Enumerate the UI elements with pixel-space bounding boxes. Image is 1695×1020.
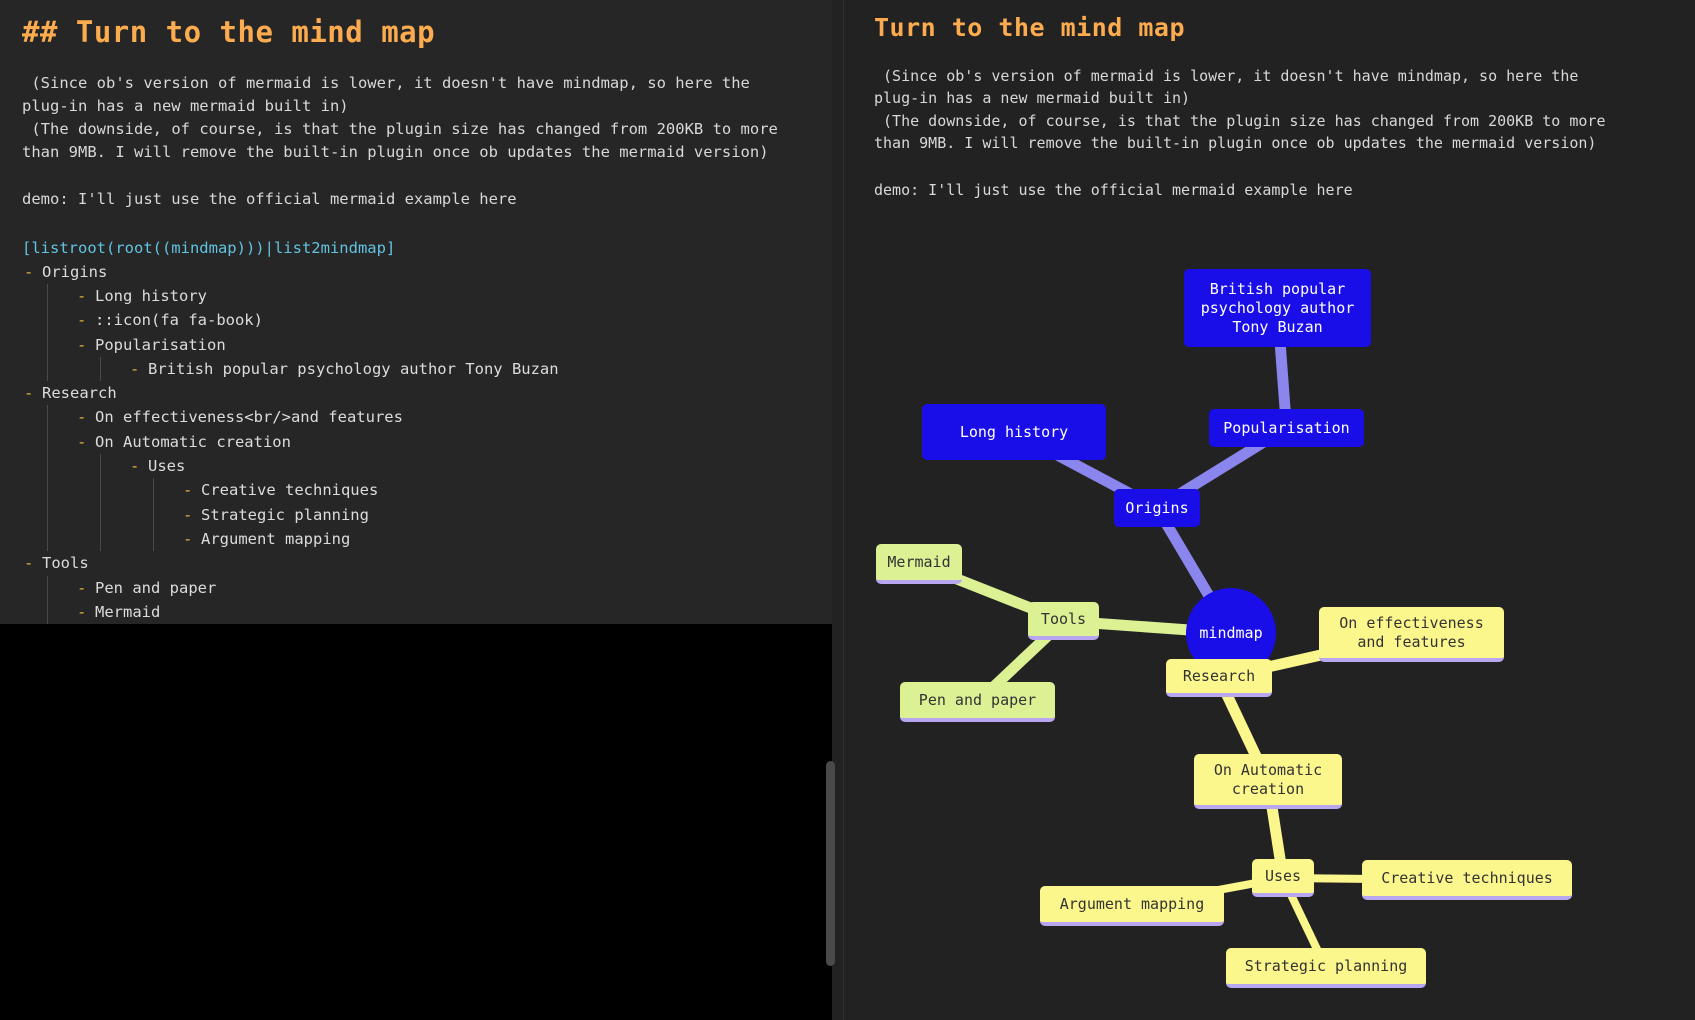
mindmap-node-creative[interactable]: Creative techniques (1362, 860, 1572, 900)
editor-heading: ## Turn to the mind map (22, 15, 436, 49)
outline-item-label: British popular psychology author Tony B… (148, 359, 559, 378)
list-bullet-icon: - (183, 505, 193, 524)
preview-paragraph-1: (Since ob's version of mermaid is lower,… (874, 66, 1606, 153)
outline-item-label: Mermaid (95, 602, 161, 621)
mindmap-node-tools[interactable]: Tools (1028, 602, 1099, 640)
outline-item[interactable]: - Strategic planning (183, 503, 810, 527)
mindmap-node-effective[interactable]: On effectiveness and features (1319, 607, 1504, 662)
outline-sublist: - Pen and paper - Mermaid (47, 575, 810, 625)
outline-item-label: Popularisation (95, 335, 226, 354)
list-bullet-icon: - (77, 578, 87, 597)
editor-blank-region (0, 624, 832, 1020)
list-bullet-icon: - (77, 432, 87, 451)
app-window: ## Turn to the mind map (Since ob's vers… (0, 0, 1695, 1020)
outline-item[interactable]: - Argument mapping (183, 527, 810, 551)
outline-item[interactable]: -::icon(fa fa-book) (77, 308, 810, 332)
list-bullet-icon: - (130, 457, 140, 476)
preview-pane[interactable]: Turn to the mind map (Since ob's version… (844, 0, 1695, 1020)
editor-paragraph-1: (Since ob's version of mermaid is lower,… (22, 73, 778, 161)
outline-item-label: On effectiveness<br/>and features (95, 408, 403, 427)
list-bullet-icon: - (24, 384, 34, 403)
outline-sublist: - Long history -::icon(fa fa-book) - Popular… (47, 283, 810, 382)
outline-item[interactable]: - Creative techniques (183, 478, 810, 502)
list-bullet-icon: - (77, 286, 87, 305)
outline-item-label: Origins (42, 262, 108, 281)
list-bullet-icon: - (77, 602, 87, 621)
mindmap-node-popular[interactable]: Popularisation (1209, 409, 1364, 447)
outline-item[interactable]: - Pen and paper (77, 576, 810, 600)
outline-item[interactable]: - On effectiveness<br/>and features (77, 405, 810, 429)
mindmap-node-longhistory[interactable]: Long history (922, 404, 1106, 460)
outline-item-label: Pen and paper (95, 578, 217, 597)
outline-item-label: Tools (42, 554, 89, 573)
mindmap-node-uses[interactable]: Uses (1252, 859, 1314, 897)
outline-sublist: - Creative techniques - Strategic planning -… (153, 478, 810, 552)
preview-paragraph-2: demo: I'll just use the official mermaid… (874, 180, 1353, 199)
outline-item-label: Research (42, 384, 117, 403)
list-bullet-icon: - (77, 408, 87, 427)
list-bullet-icon: - (24, 262, 34, 281)
editor-content-surface[interactable]: ## Turn to the mind map (Since ob's vers… (0, 0, 832, 625)
mindmap-diagram[interactable]: mindmap Origins Long history Popularisation… (844, 232, 1695, 988)
outline-sublist: - On effectiveness<br/>and features - On Au… (47, 405, 810, 552)
mindmap-node-buzan[interactable]: British popular psychology author Tony B… (1184, 269, 1371, 347)
outline-item[interactable]: - British popular psychology author Tony … (130, 357, 810, 381)
outline-item[interactable]: - Popularisation - British popular psycholo… (77, 333, 810, 382)
mindmap-node-automatic[interactable]: On Automatic creation (1194, 754, 1342, 809)
outline-item-label: Long history (95, 286, 207, 305)
mindmap-node-mermaid[interactable]: Mermaid (876, 544, 962, 584)
list-bullet-icon: - (183, 529, 193, 548)
mindmap-node-penpaper[interactable]: Pen and paper (900, 682, 1055, 722)
outline-item-label: ::icon(fa fa-book) (95, 311, 263, 330)
outline-item[interactable]: - Mermaid (77, 600, 810, 624)
outline-sublist: - British popular psychology author Tony … (100, 356, 810, 382)
outline-item[interactable]: - Uses - Creative techniques - Strategic plan… (130, 454, 810, 552)
editor-scrollbar-thumb[interactable] (826, 761, 835, 966)
outline-item-label: Creative techniques (201, 481, 379, 500)
mindmap-code-link[interactable]: [listroot(root((mindmap)))|list2mindmap] (22, 237, 810, 260)
editor-paragraph-2: demo: I'll just use the official mermaid… (22, 189, 517, 208)
list-bullet-icon: - (130, 359, 140, 378)
outline-item[interactable]: - On Automatic creation - Uses - Creative tec… (77, 430, 810, 552)
outline-item[interactable]: - Long history (77, 284, 810, 308)
list-bullet-icon: - (77, 335, 87, 354)
outline-item-label: Uses (148, 457, 186, 476)
mindmap-node-argument[interactable]: Argument mapping (1040, 886, 1224, 926)
mindmap-node-origins[interactable]: Origins (1114, 489, 1200, 527)
preview-heading: Turn to the mind map (874, 13, 1186, 42)
outline-item-label: Strategic planning (201, 505, 369, 524)
outline-item[interactable]: - Research - On effectiveness<br/>and featu… (22, 381, 810, 552)
outline-item-label: On Automatic creation (95, 432, 291, 451)
list-bullet-icon: - (77, 311, 87, 330)
mindmap-node-research[interactable]: Research (1166, 659, 1272, 697)
editor-pane[interactable]: ## Turn to the mind map (Since ob's vers… (0, 0, 832, 1020)
mindmap-node-strategic[interactable]: Strategic planning (1226, 948, 1426, 988)
outline-item-label: Argument mapping (201, 529, 351, 548)
outline-item[interactable]: - Origins - Long history -::icon(fa fa-book)… (22, 260, 810, 382)
list-bullet-icon: - (183, 481, 193, 500)
editor-outline-list[interactable]: - Origins - Long history -::icon(fa fa-book)… (22, 260, 810, 625)
list-bullet-icon: - (24, 554, 34, 573)
outline-sublist: - Uses - Creative techniques - Strategic plan… (100, 454, 810, 552)
outline-item[interactable]: - Tools - Pen and paper - Mermaid (22, 551, 810, 625)
